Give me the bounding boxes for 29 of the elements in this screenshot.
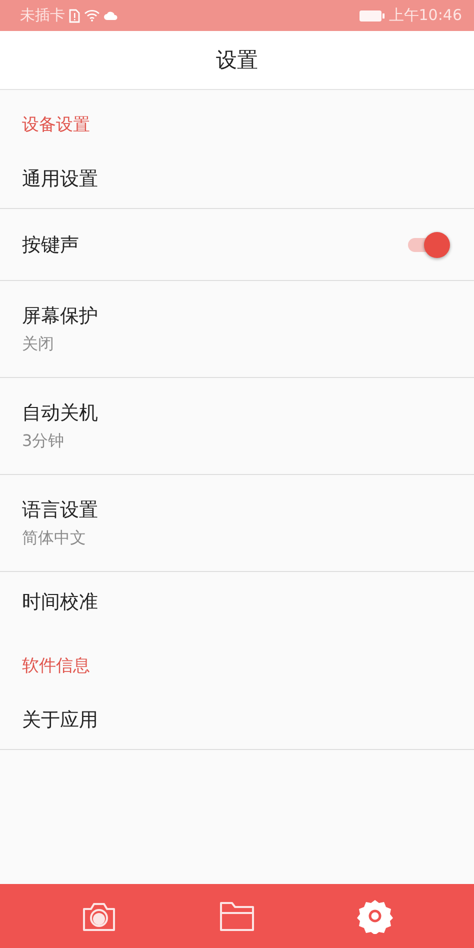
row-label: 屏幕保护 (22, 304, 98, 329)
settings-row[interactable]: 屏幕保护 关闭 (0, 281, 474, 378)
settings-row[interactable]: 时间校准 (0, 572, 474, 631)
row-label: 关于应用 (22, 708, 98, 733)
battery-icon (358, 10, 385, 22)
row-value: 关闭 (22, 334, 55, 355)
page-title: 设置 (216, 47, 258, 74)
row-value: 3分钟 (22, 431, 66, 452)
settings-row[interactable]: 自动关机 3分钟 (0, 378, 474, 475)
settings-row[interactable]: 语言设置 简体中文 (0, 475, 474, 572)
row-value: 简体中文 (22, 528, 87, 549)
row-label: 语言设置 (22, 498, 98, 523)
settings-row[interactable]: 关于应用 (0, 691, 474, 750)
clock-text: 上午10:46 (388, 6, 462, 25)
section-heading: 软件信息 (21, 654, 91, 678)
section-heading: 设备设置 (21, 114, 91, 136)
settings-row[interactable]: 通用设置 (0, 150, 474, 209)
row-label: 自动关机 (22, 401, 98, 426)
cloud-icon (104, 11, 118, 20)
settings-row[interactable]: 按键声 (0, 209, 474, 281)
row-label: 通用设置 (22, 167, 98, 192)
row-label: 按键声 (22, 232, 79, 258)
toggle-switch[interactable] (406, 230, 450, 258)
row-label: 时间校准 (22, 590, 98, 614)
carrier-text: 未插卡 (20, 6, 65, 25)
folder-icon (219, 900, 255, 932)
sim-icon (69, 8, 80, 22)
settings-icon (357, 898, 393, 934)
wifi-icon (84, 9, 100, 22)
